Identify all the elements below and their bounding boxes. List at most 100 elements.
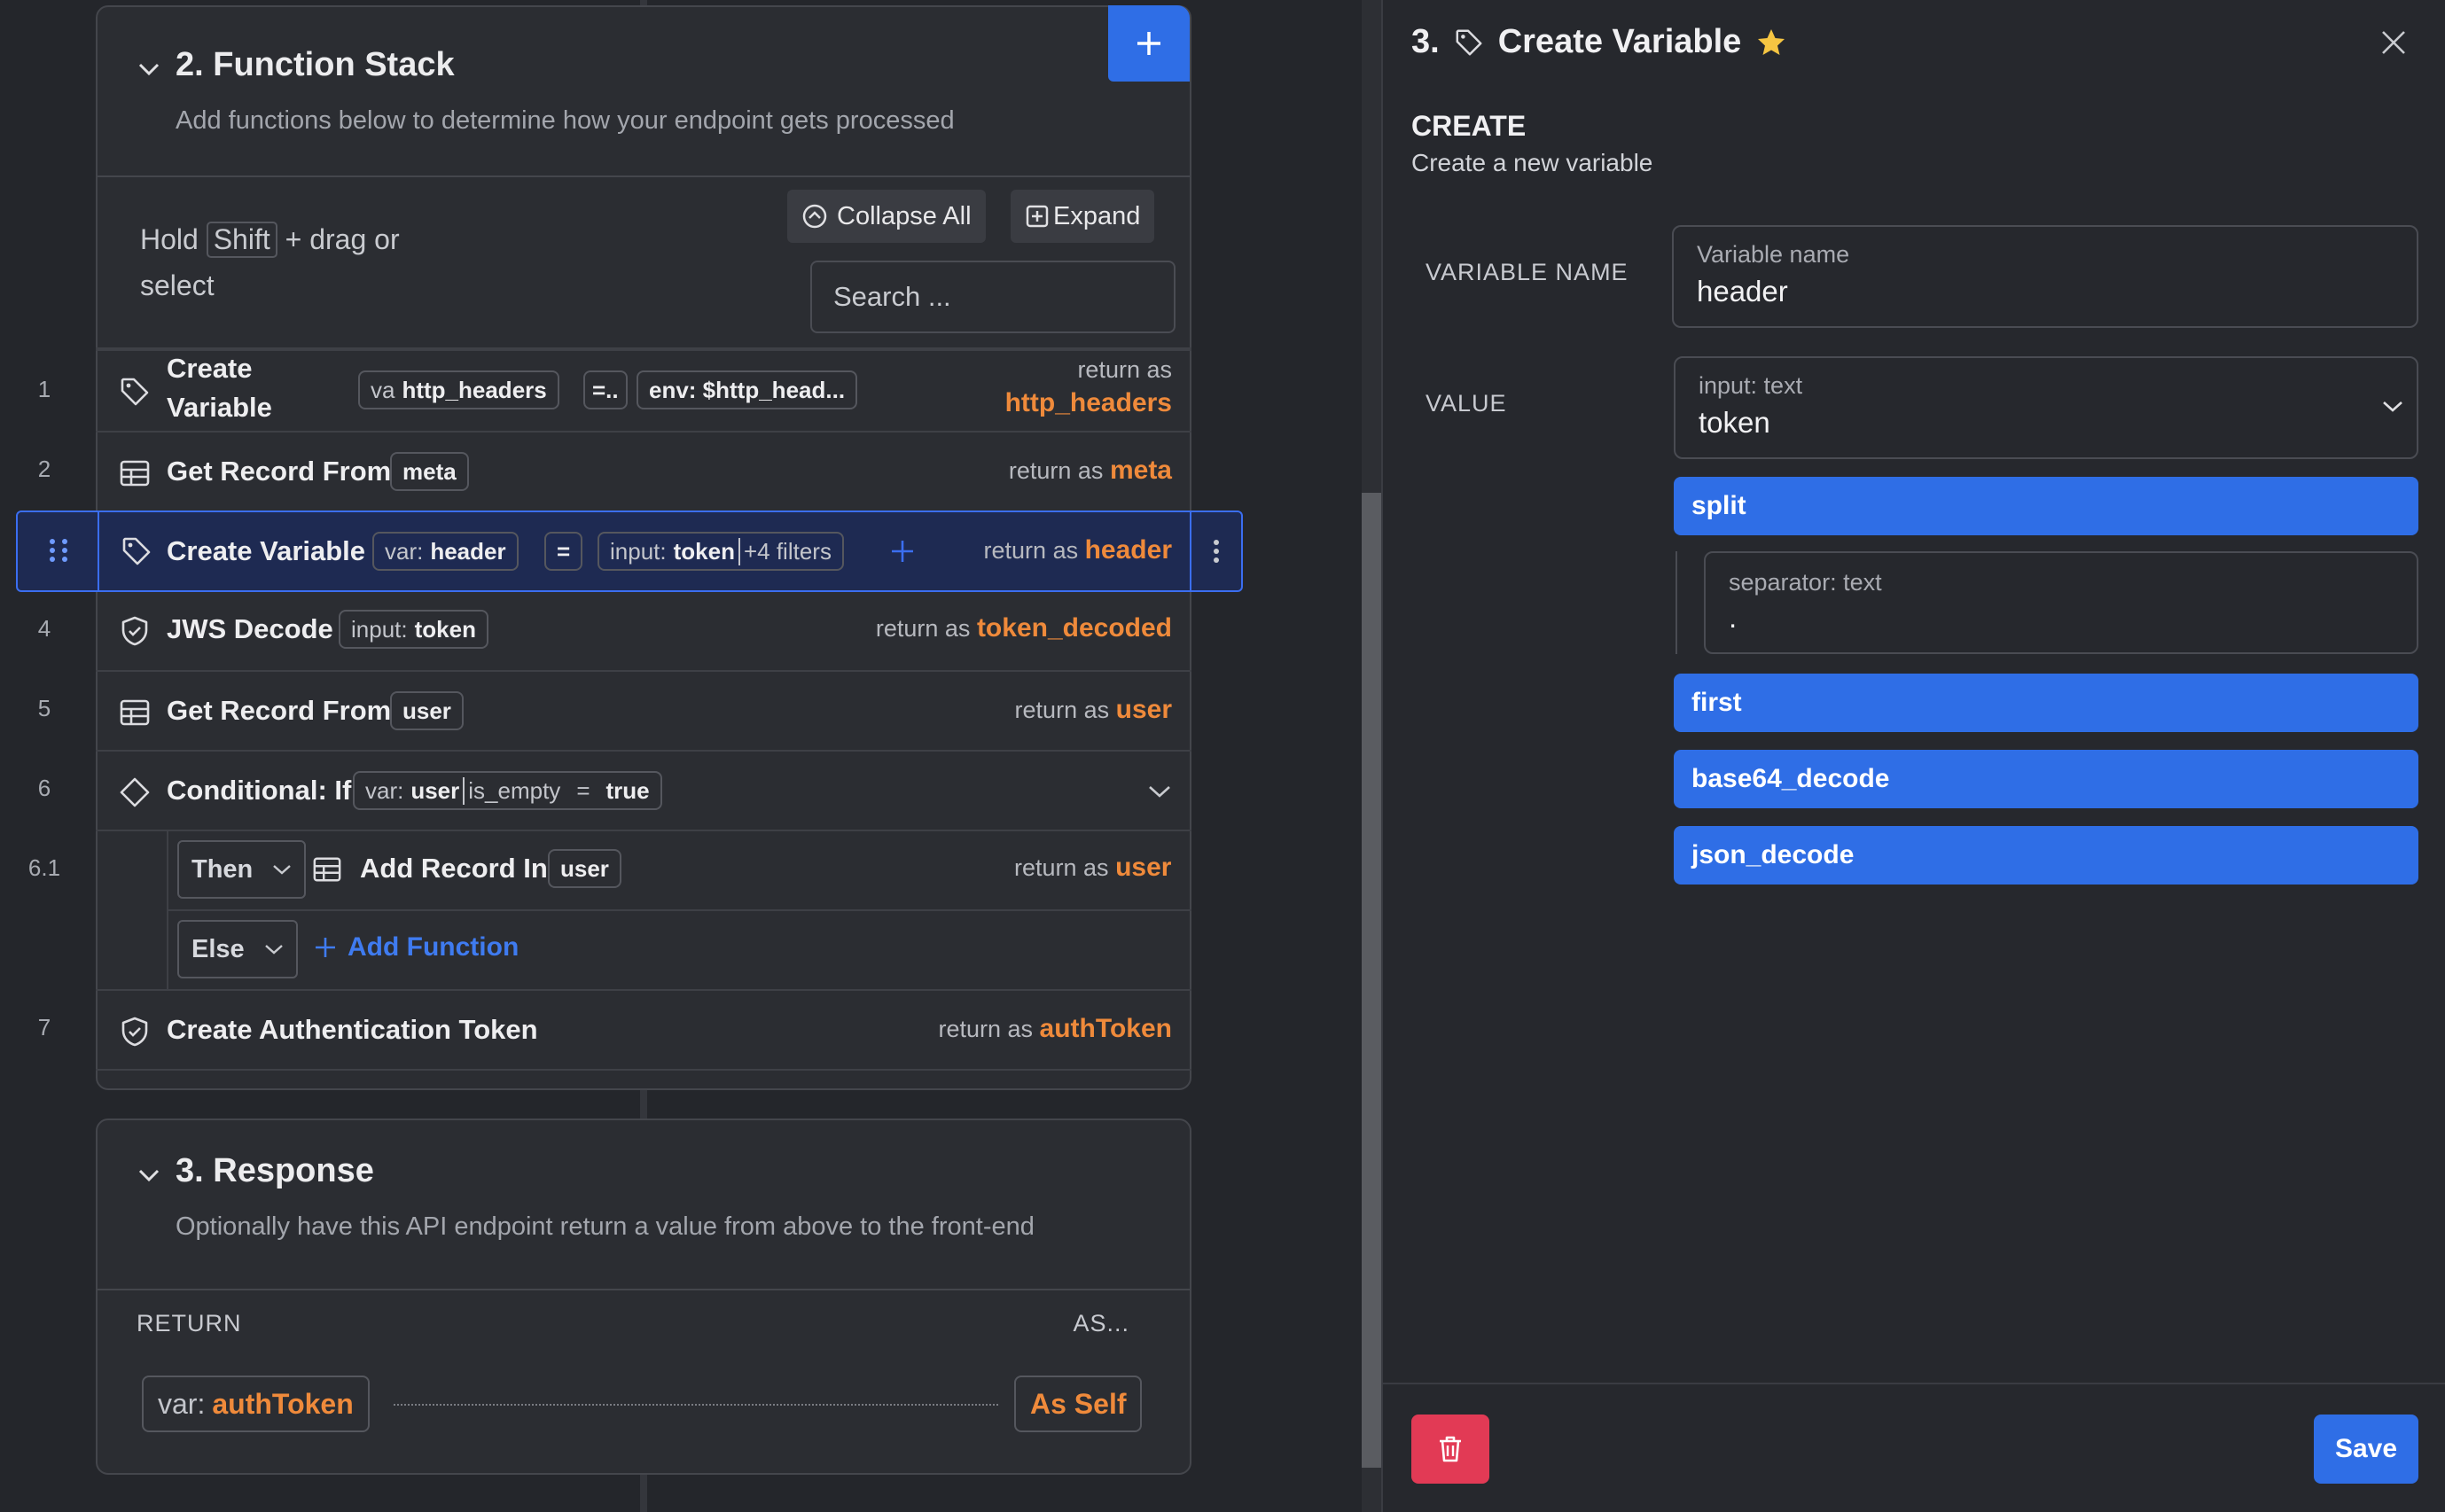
return-info: return as token_decoded xyxy=(875,613,1172,643)
divider xyxy=(96,1069,1191,1071)
function-row[interactable]: Conditional: If var: user is_empty = tru… xyxy=(96,750,1191,830)
function-row[interactable]: JWS Decode input: token return as token_d… xyxy=(96,590,1191,670)
return-info: return as authToken xyxy=(938,1014,1172,1043)
collapse-circle-icon xyxy=(802,204,827,229)
then-branch-select[interactable]: Then xyxy=(177,840,307,899)
filter-base64-decode[interactable]: base64_decode xyxy=(1674,750,2418,808)
chevron-down-icon[interactable] xyxy=(1147,783,1172,799)
collapse-chevron-icon[interactable] xyxy=(137,1163,161,1188)
trash-icon xyxy=(1440,1436,1461,1462)
divider xyxy=(98,175,1190,177)
function-title: Variable xyxy=(167,392,272,423)
delete-button[interactable] xyxy=(1411,1415,1489,1484)
function-row[interactable]: Create Authentication Token return as au… xyxy=(96,989,1191,1069)
table-icon xyxy=(313,857,341,882)
divider xyxy=(98,1289,1190,1290)
as-self-pill[interactable]: As Self xyxy=(1014,1376,1143,1432)
value-label: VALUE xyxy=(1426,390,1507,417)
shield-check-icon xyxy=(121,1017,148,1047)
return-column-header: RETURN xyxy=(137,1310,242,1337)
add-filter-plus-icon[interactable] xyxy=(890,539,915,564)
search-input[interactable]: Search ... xyxy=(810,261,1176,333)
section-subheading: Create a new variable xyxy=(1411,149,1653,176)
add-function-link[interactable]: Add Function xyxy=(314,932,519,963)
function-stack-subtitle: Add functions below to determine how you… xyxy=(176,106,955,135)
drag-hint: Hold Shift + drag or xyxy=(140,222,400,258)
chevron-down-icon[interactable] xyxy=(2381,399,2404,415)
return-variable: http_headers xyxy=(1004,388,1172,417)
return-label: return as xyxy=(1077,356,1172,383)
row-number: 6 xyxy=(37,775,51,801)
canvas-scrollbar[interactable] xyxy=(1362,0,1381,1512)
function-row[interactable]: Get Record From user return as user xyxy=(96,670,1191,750)
variable-name-input[interactable]: Variable name header xyxy=(1672,225,2418,328)
field-value: . xyxy=(1729,601,1738,634)
shift-key: Shift xyxy=(206,222,277,258)
close-icon[interactable] xyxy=(2379,28,2408,57)
collapse-all-label: Collapse All xyxy=(837,201,972,230)
function-detail-panel: 3. Create Variable CREATE Create a new v… xyxy=(1381,0,2445,1512)
function-title: Create Variable xyxy=(167,535,366,566)
separator-input[interactable]: separator: text . xyxy=(1704,551,2418,654)
table-icon xyxy=(120,460,150,487)
value-input[interactable]: input: text token xyxy=(1674,356,2418,459)
plus-icon xyxy=(1137,32,1160,55)
return-info: return as meta xyxy=(1008,456,1172,485)
field-caption: input: text xyxy=(1699,372,1803,399)
field-caption: separator: text xyxy=(1729,569,1882,596)
filter-first[interactable]: first xyxy=(1674,674,2418,732)
row-menu-button[interactable] xyxy=(1190,512,1241,590)
env-pill: env: $http_head... xyxy=(637,370,858,409)
selected-function-row[interactable]: Create Variable var: header = input: token… xyxy=(16,510,1243,592)
row-number: 2 xyxy=(37,456,51,482)
function-canvas: 2. Function Stack Add functions below to… xyxy=(0,0,1362,1512)
drag-handle[interactable] xyxy=(18,512,99,590)
table-pill: user xyxy=(390,691,464,730)
var-pill: va http_headers xyxy=(358,370,559,409)
function-title: Get Record From xyxy=(167,695,392,726)
expand-button[interactable]: Expand xyxy=(1011,190,1155,243)
filter-split[interactable]: split xyxy=(1674,477,2418,535)
function-row[interactable]: Get Record From meta return as meta xyxy=(96,431,1191,510)
collapse-chevron-icon[interactable] xyxy=(137,57,161,82)
chevron-down-icon xyxy=(264,945,283,955)
panel-footer-divider xyxy=(1383,1383,2445,1384)
table-pill: user xyxy=(548,849,621,888)
filter-json-decode[interactable]: json_decode xyxy=(1674,826,2418,885)
save-button[interactable]: Save xyxy=(2314,1415,2418,1484)
add-function-button[interactable] xyxy=(1108,5,1190,82)
plus-icon xyxy=(316,938,335,957)
divider xyxy=(168,909,1191,911)
else-branch-select[interactable]: Else xyxy=(177,920,298,978)
filter-param-guide xyxy=(1676,551,1677,654)
tag-icon xyxy=(121,378,149,406)
star-icon[interactable] xyxy=(1755,27,1787,58)
row-number: 4 xyxy=(37,615,51,642)
operator-pill: =.. xyxy=(583,370,628,409)
hint-text: Hold xyxy=(140,223,199,255)
input-pill: input: token +4 filters xyxy=(598,532,844,571)
collapse-all-button[interactable]: Collapse All xyxy=(787,190,986,243)
function-title: Conditional: If xyxy=(167,775,352,806)
row-number: 1 xyxy=(37,376,51,402)
row-number: 5 xyxy=(37,695,51,721)
function-stack-title: 2. Function Stack xyxy=(176,46,455,83)
dotted-connector xyxy=(394,1404,998,1406)
hint-text: select xyxy=(140,269,215,301)
flow-connector xyxy=(640,1471,647,1512)
return-value-pill[interactable]: var: authToken xyxy=(142,1376,370,1432)
function-row[interactable]: Create Variable va http_headers =.. env: … xyxy=(96,351,1191,431)
hint-text: + drag or xyxy=(285,223,400,255)
operator-pill: = xyxy=(544,532,583,571)
table-pill: meta xyxy=(390,452,469,491)
function-title[interactable]: Add Record In xyxy=(360,853,548,885)
row-number: 7 xyxy=(37,1014,51,1040)
field-value: token xyxy=(1699,406,1770,439)
panel-header: 3. Create Variable xyxy=(1411,23,1787,61)
return-info: return as user xyxy=(1014,853,1172,882)
grip-icon xyxy=(50,539,67,562)
expand-label: Expand xyxy=(1053,201,1141,230)
row-number: 6.1 xyxy=(27,854,61,881)
scrollbar-thumb[interactable] xyxy=(1362,493,1381,1468)
response-title: 3. Response xyxy=(176,1152,374,1189)
